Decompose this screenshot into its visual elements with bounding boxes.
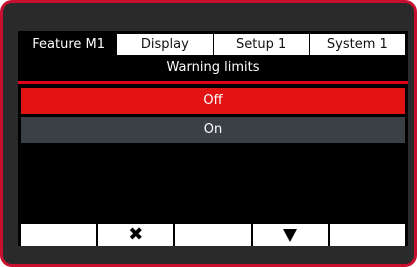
display-screen: Feature M1 Display Setup 1 System 1 Warn… — [18, 31, 408, 246]
tab-setup-1[interactable]: Setup 1 — [212, 34, 309, 55]
softkey-3[interactable] — [173, 224, 251, 246]
device-bezel: Feature M1 Display Setup 1 System 1 Warn… — [0, 0, 417, 267]
softkey-1[interactable] — [21, 224, 97, 246]
title-divider — [18, 81, 408, 84]
softkey-bar: ✖ — [21, 224, 406, 246]
tab-display[interactable]: Display — [116, 34, 213, 55]
softkey-down[interactable] — [250, 224, 328, 246]
option-on[interactable]: On — [21, 117, 405, 143]
softkey-close[interactable]: ✖ — [96, 224, 174, 246]
tab-feature-m1[interactable]: Feature M1 — [21, 34, 117, 55]
tab-bar: Feature M1 Display Setup 1 System 1 — [21, 34, 405, 55]
option-off[interactable]: Off — [21, 88, 405, 114]
close-icon: ✖ — [128, 224, 144, 245]
arrow-down-icon — [283, 228, 298, 242]
tab-system-1[interactable]: System 1 — [308, 34, 405, 55]
page-title: Warning limits — [166, 60, 260, 75]
softkey-5[interactable] — [327, 224, 406, 246]
